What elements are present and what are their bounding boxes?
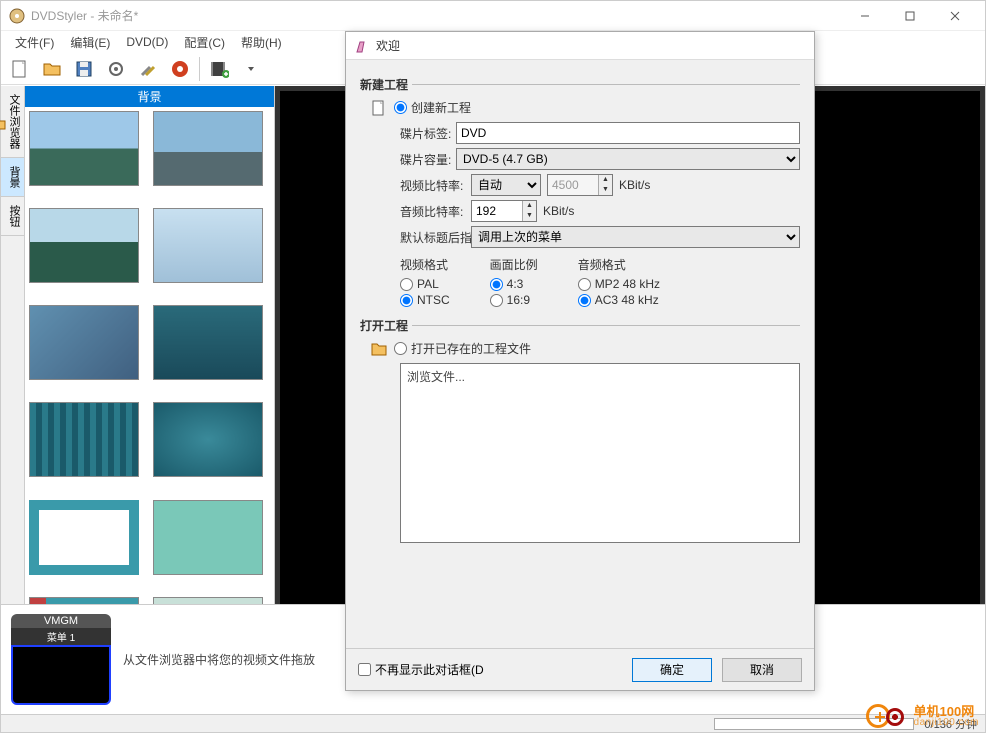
ntsc-radio[interactable]: NTSC <box>400 293 450 307</box>
vmgm-menu-label: 菜单 1 <box>11 628 111 645</box>
open-project-section: 打开工程 <box>360 317 800 334</box>
watermark-icon <box>866 702 910 730</box>
watermark-text-1: 单机100网 <box>914 705 979 718</box>
dialog-title: 欢迎 <box>376 37 400 54</box>
create-new-radio[interactable]: 创建新工程 <box>394 99 471 116</box>
main-window: DVDStyler - 未命名* 文件(F) 编辑(E) DVD(D) 配置(C… <box>0 0 986 733</box>
background-panel-header: 背景 <box>25 86 274 107</box>
audio-bitrate-label: 音频比特率: <box>360 203 465 220</box>
maximize-button[interactable] <box>887 2 932 30</box>
menu-config[interactable]: 配置(C) <box>176 32 233 53</box>
new-project-section: 新建工程 <box>360 76 800 93</box>
aspect-label: 画面比例 <box>490 256 538 273</box>
disc-label-label: 碟片标签: <box>360 125 450 142</box>
dropdown-icon[interactable] <box>238 56 264 82</box>
dialog-footer: 不再显示此对话框(D 确定 取消 <box>346 648 814 690</box>
disc-capacity-select[interactable]: DVD-5 (4.7 GB) <box>456 148 800 170</box>
burn-icon[interactable] <box>167 56 193 82</box>
timeline-hint: 从文件浏览器中将您的视频文件拖放 <box>123 651 315 668</box>
new-file-icon <box>370 99 388 117</box>
bg-thumb[interactable] <box>153 208 263 283</box>
menu-file[interactable]: 文件(F) <box>7 32 62 53</box>
bg-thumb[interactable] <box>29 500 139 575</box>
kbits-unit: KBit/s <box>619 178 650 192</box>
tools-icon[interactable] <box>135 56 161 82</box>
ac3-radio[interactable]: AC3 48 kHz <box>578 293 660 307</box>
vmgm-thumb[interactable] <box>11 645 111 705</box>
folder-icon <box>370 340 388 358</box>
disc-capacity-label: 碟片容量: <box>360 151 450 168</box>
video-bitrate-label: 视频比特率: <box>360 177 465 194</box>
audio-format-label: 音频格式 <box>578 256 660 273</box>
dialog-titlebar[interactable]: 欢迎 <box>346 32 814 60</box>
video-bitrate-spin[interactable]: ▲▼ <box>547 174 613 196</box>
bg-thumb[interactable] <box>153 500 263 575</box>
dialog-icon <box>354 38 370 54</box>
disc-label-input[interactable] <box>456 122 800 144</box>
close-button[interactable] <box>932 2 977 30</box>
mp2-radio[interactable]: MP2 48 kHz <box>578 277 660 291</box>
cancel-button[interactable]: 取消 <box>722 658 802 682</box>
watermark-text-2: danji100.com <box>914 718 979 728</box>
watermark-logo: 单机100网 danji100.com <box>866 702 979 730</box>
format-row: 视频格式 PAL NTSC 画面比例 4:3 16:9 音频格式 MP2 48 … <box>400 256 800 309</box>
default-title-cmd-label: 默认标题后指令: <box>360 229 465 246</box>
new-project-icon[interactable] <box>7 56 33 82</box>
dont-show-checkbox[interactable]: 不再显示此对话框(D <box>358 661 622 678</box>
menu-dvd[interactable]: DVD(D) <box>118 33 176 51</box>
sidebar-tab-buttons[interactable]: 按钮 <box>1 197 24 236</box>
window-controls <box>842 2 977 30</box>
bg-thumb[interactable] <box>29 305 139 380</box>
side-tabs: 文件浏览器 背景 按钮 <box>1 86 25 692</box>
sidebar-tab-browser[interactable]: 文件浏览器 <box>1 86 24 158</box>
browse-list[interactable]: 浏览文件... <box>400 363 800 543</box>
menu-help[interactable]: 帮助(H) <box>233 32 290 53</box>
vmgm-box[interactable]: VMGM 菜单 1 <box>11 614 111 705</box>
kbits-unit: KBit/s <box>543 204 574 218</box>
minimize-button[interactable] <box>842 2 887 30</box>
audio-bitrate-spin[interactable]: ▲▼ <box>471 200 537 222</box>
open-existing-radio[interactable]: 打开已存在的工程文件 <box>394 340 531 357</box>
open-project-icon[interactable] <box>39 56 65 82</box>
video-format-label: 视频格式 <box>400 256 450 273</box>
bg-thumb[interactable] <box>29 208 139 283</box>
default-title-cmd-select[interactable]: 调用上次的菜单 <box>471 226 800 248</box>
save-icon[interactable] <box>71 56 97 82</box>
pal-radio[interactable]: PAL <box>400 277 450 291</box>
sidebar-tab-background[interactable]: 背景 <box>1 158 24 197</box>
settings-icon[interactable] <box>103 56 129 82</box>
statusbar: 0/136 分钟 <box>1 714 985 732</box>
bg-thumb[interactable] <box>29 402 139 477</box>
dialog-body: 新建工程 创建新工程 碟片标签: 碟片容量: DVD-5 (4.7 GB) 视频… <box>346 60 814 648</box>
bg-thumb[interactable] <box>153 111 263 186</box>
bg-thumb[interactable] <box>153 305 263 380</box>
background-panel: 背景 <box>25 86 275 692</box>
welcome-dialog: 欢迎 新建工程 创建新工程 碟片标签: 碟片容量: DVD-5 (4.7 GB)… <box>345 31 815 691</box>
video-bitrate-mode-select[interactable]: 自动 <box>471 174 541 196</box>
add-video-icon[interactable] <box>206 56 232 82</box>
vmgm-label: VMGM <box>11 614 111 628</box>
aspect-43-radio[interactable]: 4:3 <box>490 277 538 291</box>
ok-button[interactable]: 确定 <box>632 658 712 682</box>
bg-thumb[interactable] <box>153 402 263 477</box>
bg-thumb[interactable] <box>29 111 139 186</box>
app-icon <box>9 8 25 24</box>
titlebar: DVDStyler - 未命名* <box>1 1 985 31</box>
menu-edit[interactable]: 编辑(E) <box>62 32 118 53</box>
aspect-169-radio[interactable]: 16:9 <box>490 293 538 307</box>
window-title: DVDStyler - 未命名* <box>31 7 842 24</box>
